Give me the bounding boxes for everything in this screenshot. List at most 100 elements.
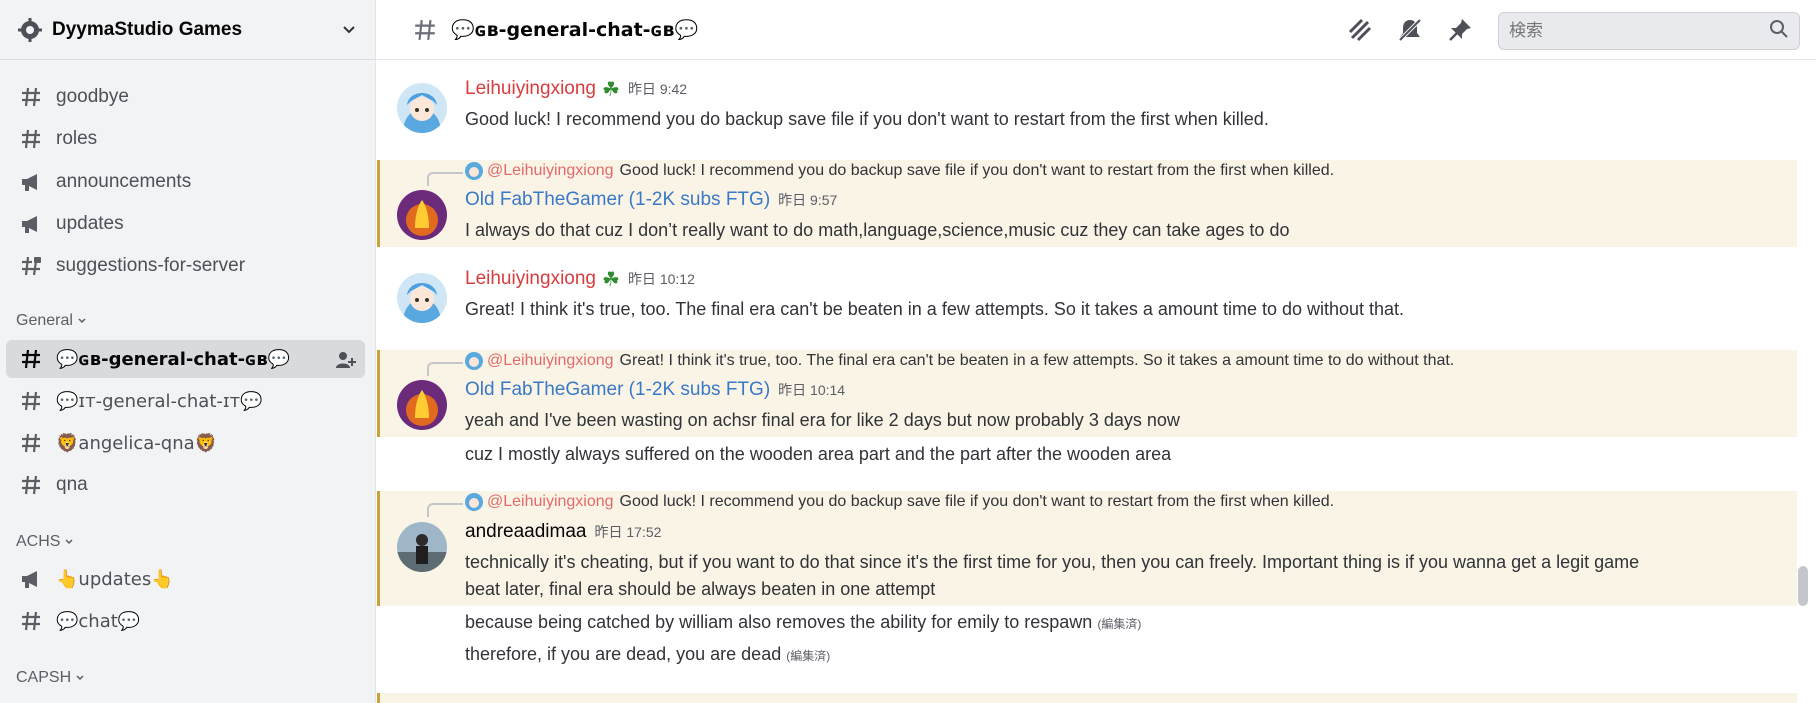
reply-mention[interactable]: @Leihuiyingxiong (487, 352, 614, 370)
channel-label: goodbye (56, 86, 129, 107)
threads-icon[interactable] (1346, 16, 1374, 44)
timestamp: 昨日 10:12 (627, 271, 695, 287)
message-text: I always do that cuz I don’t really want… (465, 220, 1290, 240)
megaphone-icon (18, 566, 44, 592)
channel-qna[interactable]: qna (6, 466, 365, 504)
channel-label: 💬chat💬 (56, 610, 141, 632)
avatar (465, 352, 483, 370)
gear-icon (16, 16, 44, 44)
reply-mention[interactable]: @Leihuiyingxiong (487, 493, 614, 511)
message-text: cuz I mostly always suffered on the wood… (465, 444, 1172, 464)
category-capsh[interactable]: CAPSH (16, 669, 85, 687)
hash-icon (18, 608, 44, 634)
channel-announcements[interactable]: announcements (6, 163, 365, 201)
search-input[interactable] (1509, 21, 1769, 41)
guild-name: DyymaStudio Games (52, 18, 243, 40)
hash-icon (18, 388, 44, 414)
category-general[interactable]: General (16, 312, 87, 330)
message-highlighted-partial (377, 693, 1797, 703)
reply-line (427, 362, 463, 376)
chevron-down-icon[interactable] (338, 19, 360, 41)
author-name[interactable]: andreaadimaa (465, 521, 586, 543)
channel-updates[interactable]: updates (6, 205, 365, 243)
chevron-down-icon (78, 318, 86, 324)
channel-label: suggestions-for-server (56, 255, 246, 276)
avatar[interactable] (397, 83, 447, 133)
channel-label: qna (56, 474, 88, 495)
avatar (465, 493, 483, 511)
timestamp: 昨日 9:57 (778, 192, 838, 208)
channel-label: 👆updates👆 (56, 568, 174, 590)
hash-icon (18, 430, 44, 456)
reply-preview[interactable]: @Leihuiyingxiong Good luck! I recommend … (427, 493, 1335, 517)
author-name[interactable]: Old FabTheGamer (1-2K subs FTG) (465, 379, 770, 401)
reply-preview[interactable]: @Leihuiyingxiong Good luck! I recommend … (427, 162, 1335, 186)
channel-label: 💬ɢʙ-general-chat-ɢʙ💬 (56, 348, 291, 370)
hash-lock-icon (18, 253, 44, 279)
hash-icon (411, 16, 439, 44)
channel-suggestions-for-server[interactable]: suggestions-for-server (6, 247, 365, 285)
author-name[interactable]: Old FabTheGamer (1-2K subs FTG) (465, 189, 770, 211)
channel-achs-chat[interactable]: 💬chat💬 (6, 602, 365, 640)
category-label: CAPSH (16, 669, 72, 686)
channel-label: 🦁angelica-qna🦁 (56, 432, 218, 454)
message: Leihuiyingxiong ☘ 昨日 10:12 Great! I thin… (377, 251, 1797, 341)
category-label: ACHS (16, 533, 61, 550)
message-highlighted: @Leihuiyingxiong Good luck! I recommend … (377, 491, 1797, 606)
channel-gb-general-chat[interactable]: 💬ɢʙ-general-chat-ɢʙ💬 (6, 340, 365, 378)
channel-goodbye[interactable]: goodbye (6, 78, 365, 116)
timestamp: 昨日 9:42 (627, 81, 688, 97)
edited-label: (編集済) (786, 649, 831, 663)
avatar[interactable] (397, 522, 447, 572)
channel-angelica-qna[interactable]: 🦁angelica-qna🦁 (6, 424, 365, 462)
clover-badge-icon: ☘ (602, 77, 620, 101)
channel-label: roles (56, 128, 98, 149)
channel-label: 💬ɪᴛ-general-chat-ɪᴛ💬 (56, 390, 263, 412)
channel-it-general-chat[interactable]: 💬ɪᴛ-general-chat-ɪᴛ💬 (6, 382, 365, 420)
author-name[interactable]: Leihuiyingxiong (465, 78, 596, 100)
channel-label: announcements (56, 171, 192, 192)
avatar[interactable] (397, 190, 447, 240)
reply-mention[interactable]: @Leihuiyingxiong (487, 162, 614, 180)
category-label: General (16, 312, 73, 329)
message-text: therefore, if you are dead, you are dead… (465, 641, 830, 670)
avatar[interactable] (397, 380, 447, 430)
guild-header[interactable]: DyymaStudio Games (0, 0, 375, 60)
category-achs[interactable]: ACHS (16, 533, 74, 551)
message-text: beat later, final era should be always b… (465, 579, 936, 599)
clover-badge-icon: ☘ (602, 267, 620, 291)
reply-text: Great! I think it's true, too. The final… (619, 352, 1455, 369)
message-list[interactable]: Leihuiyingxiong ☘ 昨日 9:42 Good luck! I r… (377, 61, 1797, 703)
message-line: therefore, if you are dead, you are dead (465, 644, 782, 664)
megaphone-icon (18, 211, 44, 237)
timestamp: 昨日 17:52 (594, 524, 662, 540)
message-highlighted: @Leihuiyingxiong Great! I think it's tru… (377, 350, 1797, 437)
timestamp: 昨日 10:14 (778, 382, 846, 398)
add-member-icon[interactable] (335, 349, 357, 371)
reply-text: Good luck! I recommend you do backup sav… (619, 493, 1335, 510)
reply-text: Good luck! I recommend you do backup sav… (619, 162, 1335, 179)
message-text: Great! I think it's true, too. The final… (465, 299, 1405, 319)
chevron-down-icon (76, 675, 84, 681)
chevron-down-icon (65, 539, 73, 545)
channel-roles[interactable]: roles (6, 120, 365, 158)
message-text: technically it's cheating, but if you wa… (465, 552, 1640, 572)
message: Leihuiyingxiong ☘ 昨日 9:42 Good luck! I r… (377, 61, 1797, 151)
notification-muted-icon[interactable] (1396, 16, 1424, 44)
channel-sidebar: DyymaStudio Games welcome goodbye roles … (0, 0, 376, 703)
avatar[interactable] (397, 273, 447, 323)
pin-icon[interactable] (1446, 16, 1474, 44)
scrollbar-thumb[interactable] (1798, 566, 1808, 606)
author-name[interactable]: Leihuiyingxiong (465, 268, 596, 290)
channel-header: 💬ɢʙ-general-chat-ɢʙ💬 (377, 0, 1816, 60)
channel-title: 💬ɢʙ-general-chat-ɢʙ💬 (451, 19, 699, 41)
reply-preview[interactable]: @Leihuiyingxiong Great! I think it's tru… (427, 352, 1455, 376)
avatar (465, 162, 483, 180)
message-text: because being catched by william also re… (465, 609, 1141, 638)
search-icon (1769, 19, 1789, 44)
search-box[interactable] (1498, 12, 1800, 50)
hash-icon (18, 346, 44, 372)
channel-achs-updates[interactable]: 👆updates👆 (6, 560, 365, 598)
message-text: Good luck! I recommend you do backup sav… (465, 109, 1269, 129)
message-text: yeah and I've been wasting on achsr fina… (465, 410, 1180, 430)
